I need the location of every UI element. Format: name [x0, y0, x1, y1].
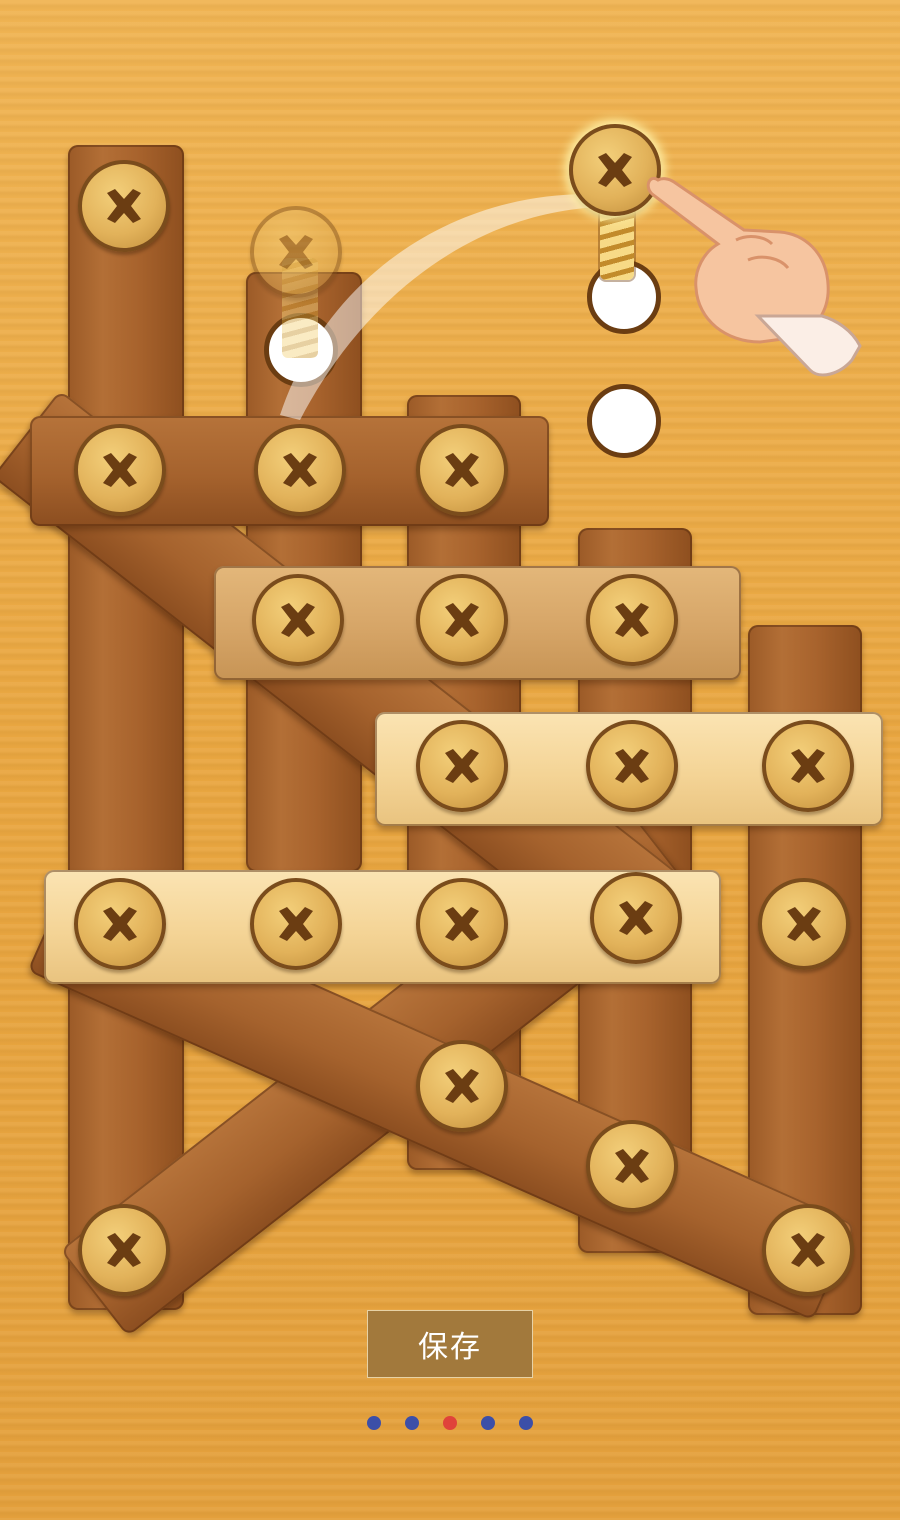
cross-screw-icon[interactable]	[586, 720, 678, 812]
cross-screw-icon[interactable]	[416, 878, 508, 970]
cross-screw-icon[interactable]	[78, 160, 170, 252]
cross-screw-icon[interactable]	[762, 1204, 854, 1296]
page-indicator	[0, 1416, 900, 1430]
cross-screw-icon[interactable]	[416, 1040, 508, 1132]
cross-screw-icon[interactable]	[74, 424, 166, 516]
cross-screw-icon[interactable]	[590, 872, 682, 964]
cross-screw-icon[interactable]	[416, 720, 508, 812]
page-dot[interactable]	[367, 1416, 381, 1430]
cross-screw-icon[interactable]	[250, 878, 342, 970]
cross-screw-icon[interactable]	[758, 878, 850, 970]
page-dot[interactable]	[519, 1416, 533, 1430]
page-dot[interactable]	[481, 1416, 495, 1430]
cross-screw-icon[interactable]	[416, 574, 508, 666]
pointing-hand-icon	[646, 177, 862, 377]
page-dot[interactable]	[405, 1416, 419, 1430]
cross-screw-icon[interactable]	[416, 424, 508, 516]
page-dot-active[interactable]	[443, 1416, 457, 1430]
cross-screw-icon[interactable]	[252, 574, 344, 666]
cross-screw-icon[interactable]	[78, 1204, 170, 1296]
game-board	[0, 0, 900, 1520]
cross-screw-icon[interactable]	[74, 878, 166, 970]
cross-screw-icon[interactable]	[586, 1120, 678, 1212]
ghost-screw-icon	[250, 206, 342, 298]
cross-screw-icon[interactable]	[586, 574, 678, 666]
save-button[interactable]: 保存	[367, 1310, 533, 1378]
plank-vertical-1[interactable]	[68, 145, 184, 1310]
cross-screw-icon[interactable]	[254, 424, 346, 516]
cross-screw-icon[interactable]	[762, 720, 854, 812]
